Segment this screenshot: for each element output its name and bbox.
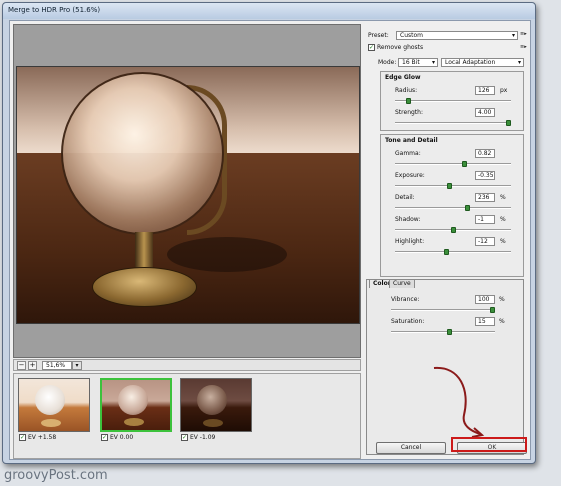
window-title: Merge to HDR Pro (51.6%) xyxy=(8,6,101,14)
preview-area xyxy=(13,24,361,358)
saturation-slider[interactable] xyxy=(391,329,495,335)
vibrance-input[interactable]: 100 xyxy=(475,295,495,304)
mode-label: Mode: xyxy=(378,59,397,66)
preset-value: Custom xyxy=(400,32,423,39)
gamma-slider-thumb[interactable] xyxy=(462,161,467,167)
saturation-input[interactable]: 15 xyxy=(475,317,495,326)
gamma-slider[interactable] xyxy=(395,161,511,167)
base-thumb-icon xyxy=(41,419,61,427)
thumbnail-ev-zero[interactable] xyxy=(100,378,172,432)
title-bar[interactable]: Merge to HDR Pro (51.6%) xyxy=(3,3,535,19)
detail-unit: % xyxy=(500,194,506,201)
exposure-slider-thumb[interactable] xyxy=(447,183,452,189)
thumbnail-label-ev-plus[interactable]: ✓ EV +1.58 xyxy=(19,434,56,441)
highlight-label: Highlight: xyxy=(395,238,425,245)
base-thumb-icon xyxy=(203,419,223,427)
highlight-input[interactable]: -12 xyxy=(475,237,495,246)
exposure-label: Exposure: xyxy=(395,172,425,179)
shadow-slider[interactable] xyxy=(395,227,511,233)
strength-slider-thumb[interactable] xyxy=(506,120,511,126)
shadow-slider-thumb[interactable] xyxy=(451,227,456,233)
remove-ghosts-checkbox[interactable]: ✓ xyxy=(368,44,375,51)
zoom-field[interactable]: 51,6% xyxy=(42,361,72,370)
strength-slider[interactable] xyxy=(395,120,511,126)
annotation-arrow-icon xyxy=(433,366,485,438)
ev-plus-checkbox[interactable]: ✓ xyxy=(19,434,26,441)
zoom-in-button[interactable]: + xyxy=(28,361,37,370)
shadow-input[interactable]: -1 xyxy=(475,215,495,224)
globe-thumb-icon xyxy=(197,385,227,415)
highlight-slider-thumb[interactable] xyxy=(444,249,449,255)
saturation-slider-thumb[interactable] xyxy=(447,329,452,335)
preset-label: Preset: xyxy=(368,32,389,39)
detail-slider[interactable] xyxy=(395,205,511,211)
hdr-preview-image xyxy=(16,66,360,324)
ok-highlight-box xyxy=(451,437,527,452)
base-thumb-icon xyxy=(124,418,144,426)
shadow-unit: % xyxy=(500,216,506,223)
vibrance-slider-thumb[interactable] xyxy=(490,307,495,313)
tone-detail-title: Tone and Detail xyxy=(385,137,438,144)
chevron-down-icon: ▾ xyxy=(517,59,521,66)
exposure-input[interactable]: -0.35 xyxy=(475,171,495,180)
detail-slider-thumb[interactable] xyxy=(465,205,470,211)
radius-unit: px xyxy=(500,87,508,94)
gamma-input[interactable]: 0.82 xyxy=(475,149,495,158)
ghosts-menu-icon[interactable]: ≡▸ xyxy=(520,44,527,50)
detail-input[interactable]: 236 xyxy=(475,193,495,202)
radius-label: Radius: xyxy=(395,87,418,94)
bit-depth-dropdown[interactable]: 16 Bit ▾ xyxy=(398,58,438,67)
globe-thumb-icon xyxy=(35,385,65,415)
zoom-dropdown[interactable]: ▾ xyxy=(72,361,82,370)
highlight-slider[interactable] xyxy=(395,249,511,255)
radius-slider[interactable] xyxy=(395,98,511,104)
globe-thumb-icon xyxy=(118,385,148,415)
shadow-label: Shadow: xyxy=(395,216,421,223)
vibrance-label: Vibrance: xyxy=(391,296,420,303)
bit-depth-value: 16 Bit xyxy=(402,59,420,66)
highlight-unit: % xyxy=(500,238,506,245)
crystal-globe xyxy=(61,72,224,235)
preview-zoom-bar: − + 51,6% ▾ xyxy=(13,359,361,371)
chevron-down-icon: ▾ xyxy=(431,59,435,66)
strength-label: Strength: xyxy=(395,109,423,116)
thumbnail-label-ev-zero[interactable]: ✓ EV 0.00 xyxy=(101,434,133,441)
globe-base xyxy=(92,267,197,307)
gamma-label: Gamma: xyxy=(395,150,421,157)
exposure-slider[interactable] xyxy=(395,183,511,189)
thumbnail-ev-plus[interactable] xyxy=(18,378,90,432)
radius-input[interactable]: 126 xyxy=(475,86,495,95)
saturation-label: Saturation: xyxy=(391,318,425,325)
ev-minus-checkbox[interactable]: ✓ xyxy=(181,434,188,441)
tab-curve[interactable]: Curve xyxy=(389,279,415,288)
watermark-text: groovyPost.com xyxy=(4,468,108,483)
method-dropdown[interactable]: Local Adaptation ▾ xyxy=(441,58,524,67)
detail-label: Detail: xyxy=(395,194,415,201)
edge-glow-group: Edge Glow Radius: 126 px Strength: 4.00 xyxy=(380,71,524,131)
strength-input[interactable]: 4.00 xyxy=(475,108,495,117)
method-value: Local Adaptation xyxy=(445,59,496,66)
preset-menu-icon[interactable]: ≡▸ xyxy=(520,31,527,37)
thumbnail-ev-minus[interactable] xyxy=(180,378,252,432)
cancel-button[interactable]: Cancel xyxy=(376,442,446,454)
source-thumbnails: ✓ EV +1.58 ✓ EV 0.00 ✓ EV -1.09 xyxy=(13,373,361,459)
saturation-unit: % xyxy=(499,318,505,325)
radius-slider-thumb[interactable] xyxy=(406,98,411,104)
thumbnail-label-ev-minus[interactable]: ✓ EV -1.09 xyxy=(181,434,215,441)
zoom-out-button[interactable]: − xyxy=(17,361,26,370)
remove-ghosts-label: Remove ghosts xyxy=(377,44,424,51)
vibrance-unit: % xyxy=(499,296,505,303)
vibrance-slider[interactable] xyxy=(391,307,495,313)
edge-glow-title: Edge Glow xyxy=(385,74,421,81)
remove-ghosts-row[interactable]: ✓ Remove ghosts xyxy=(368,44,423,51)
chevron-down-icon: ▾ xyxy=(511,32,515,39)
tone-detail-group: Tone and Detail Gamma: 0.82 Exposure: -0… xyxy=(380,134,524,277)
ev-zero-checkbox[interactable]: ✓ xyxy=(101,434,108,441)
preset-dropdown[interactable]: Custom ▾ xyxy=(396,31,518,40)
photo-shadow xyxy=(167,237,287,272)
